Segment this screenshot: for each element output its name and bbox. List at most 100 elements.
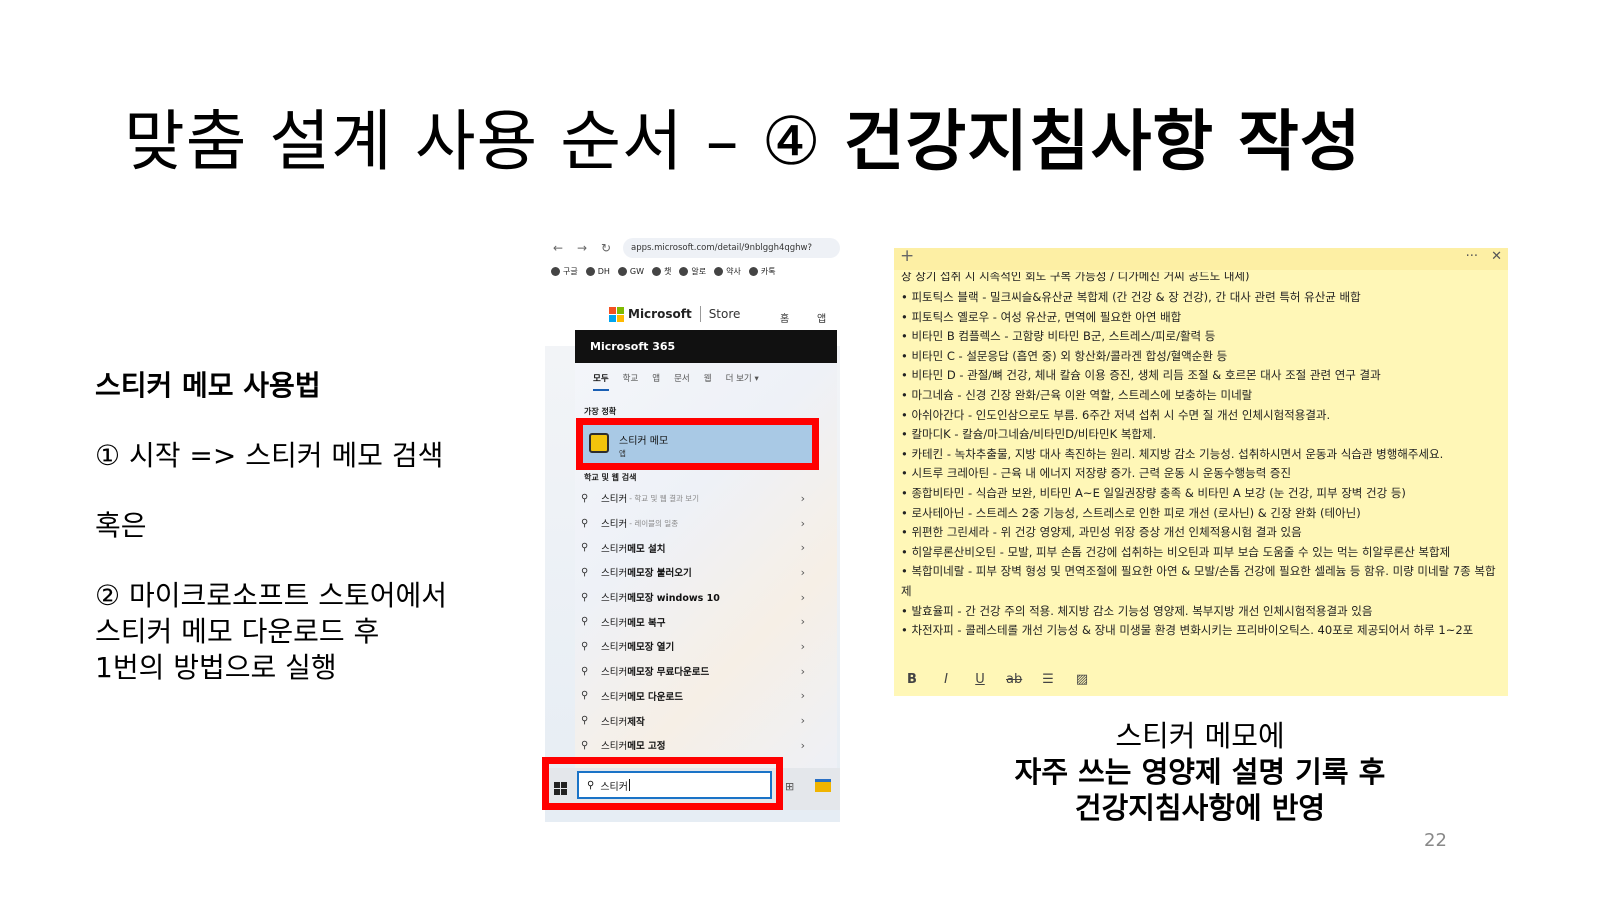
bookmark[interactable]: GW	[617, 266, 644, 277]
search-result-item[interactable]: ⚲ 스티커 메모장 windows 10 ›	[581, 585, 815, 610]
chevron-right-icon: ›	[800, 516, 805, 530]
insert-image-icon[interactable]: ▨	[1074, 672, 1090, 687]
search-result-item[interactable]: ⚲ 스티커 메모장 열기 ›	[581, 634, 815, 659]
chevron-right-icon: ›	[800, 714, 805, 728]
note-line: • 비타민 C - 설문응답 (흡연 중) 외 항산화/콜라겐 합성/혈액순환 …	[901, 348, 1228, 363]
search-tabs: 모두 학교 앱 문서 웹 더 보기 ▾	[575, 372, 837, 391]
bold-button[interactable]: B	[904, 672, 920, 687]
note-line: • 카테킨 - 녹차추출물, 지방 대사 촉진하는 원리. 체지방 감소 기능성…	[901, 446, 1444, 461]
store-label: Store	[708, 307, 741, 321]
search-result-item[interactable]: ⚲ 스티커 메모 고정 ›	[581, 733, 815, 758]
bullet-list-icon[interactable]: ☰	[1040, 672, 1056, 687]
search-result-item[interactable]: ⚲ 스티커 - 레이블의 일종 ›	[581, 511, 815, 536]
store-tab-home[interactable]: 홈	[780, 310, 789, 325]
new-note-icon[interactable]: +	[900, 246, 914, 266]
forward-icon[interactable]: →	[575, 241, 589, 255]
file-explorer-icon[interactable]	[815, 779, 831, 792]
search-result-item[interactable]: ⚲ 스티커 제작 ›	[581, 708, 815, 733]
bookmark-icon	[585, 267, 595, 276]
howto-heading: 스티커 메모 사용법	[95, 369, 321, 402]
bookmark[interactable]: DH	[585, 266, 610, 277]
caption-line2: 자주 쓰는 영양제 설명 기록 후	[1014, 755, 1386, 789]
search-icon: ⚲	[581, 690, 589, 702]
search-result-item[interactable]: ⚲ 스티커 메모장 불러오기 ›	[581, 560, 815, 585]
howto-step2-line2: 스티커 메모 다운로드 후	[95, 615, 380, 648]
title-bold: 건강지침사항 작성	[843, 103, 1362, 180]
chevron-right-icon: ›	[800, 738, 805, 752]
search-icon: ⚲	[581, 665, 589, 677]
italic-button[interactable]: I	[938, 672, 954, 687]
close-icon[interactable]: ✕	[1491, 249, 1502, 264]
note-line-cut: 장 장기 섭취 시 시속적인 회도 구복 가능성 / 디가메진 거씨 공드도 내…	[901, 272, 1250, 282]
note-line: • 피토틱스 옐로우 - 여성 유산균, 면역에 필요한 아연 배합	[901, 309, 1182, 324]
start-search-screenshot: ← → ↻ apps.microsoft.com/detail/9nblggh4…	[542, 232, 840, 822]
bookmark-icon	[652, 267, 662, 276]
search-result-item[interactable]: ⚲ 스티커 - 학교 및 웹 결과 보기 ›	[581, 486, 815, 511]
chevron-right-icon: ›	[800, 664, 805, 678]
note-content[interactable]: 장 장기 섭취 시 시속적인 회도 구복 가능성 / 디가메진 거씨 공드도 내…	[901, 272, 1501, 658]
highlight-best-match	[576, 418, 819, 470]
reload-icon[interactable]: ↻	[599, 241, 613, 255]
search-result-item[interactable]: ⚲ 스티커 메모 다운로드 ›	[581, 684, 815, 709]
bookmark[interactable]: 약사	[714, 266, 741, 277]
bookmark-icon	[551, 267, 560, 276]
microsoft-label: Microsoft	[628, 307, 692, 321]
task-view-icon[interactable]: ⊞	[785, 780, 794, 793]
search-icon: ⚲	[581, 739, 589, 751]
bookmark[interactable]: 알로	[679, 266, 706, 277]
note-line: • 비타민 B 컴플렉스 - 고함량 비타민 B군, 스트레스/피로/활력 등	[901, 329, 1216, 344]
address-bar[interactable]: apps.microsoft.com/detail/9nblggh4qghw?	[623, 238, 840, 258]
tab-school[interactable]: 학교	[623, 372, 639, 391]
bookmark-icon	[617, 267, 627, 276]
note-line: • 아쉬아간다 - 인도인삼으로도 부름. 6주간 저녁 섭취 시 수면 질 개…	[901, 407, 1331, 422]
tab-more[interactable]: 더 보기 ▾	[726, 372, 759, 391]
chevron-right-icon: ›	[800, 615, 805, 629]
howto-step2-line1: ② 마이크로소프트 스토어에서	[95, 579, 448, 612]
strikethrough-button[interactable]: ab	[1006, 672, 1022, 687]
store-tab-apps[interactable]: 앱	[817, 310, 826, 325]
note-line: • 시트루 크레아틴 - 근육 내 에너지 저장량 증가. 근력 운동 시 운동…	[901, 466, 1292, 481]
tab-documents[interactable]: 문서	[674, 372, 690, 391]
note-line: • 복합미네랄 - 피부 장벽 형성 및 면역조절에 필요한 아연 & 모발/손…	[901, 564, 1496, 598]
browser-nav: ← → ↻ apps.microsoft.com/detail/9nblggh4…	[551, 238, 840, 258]
best-match-label: 가장 정확	[584, 407, 617, 416]
bookmark[interactable]: 카톡	[748, 266, 776, 277]
more-options-icon[interactable]: ···	[1466, 249, 1478, 264]
search-result-item[interactable]: ⚲ 스티커 메모장 무료다운로드 ›	[581, 659, 815, 684]
note-line: • 종합비타민 - 식습관 보완, 비타민 A~E 일일권장량 충족 & 비타민…	[901, 485, 1406, 500]
store-header: Microsoft Store	[609, 306, 840, 322]
start-menu-search-panel: Microsoft 365 모두 학교 앱 문서 웹 더 보기 ▾ 가장 정확 …	[575, 330, 837, 770]
search-result-item[interactable]: ⚲ 스티커 메모 복구 ›	[581, 609, 815, 634]
tab-web[interactable]: 웹	[704, 372, 712, 391]
howto-step2-line3: 1번의 방법으로 실행	[95, 651, 337, 684]
search-icon: ⚲	[581, 542, 589, 554]
underline-button[interactable]: U	[972, 672, 988, 687]
title-regular: 맞춤 설계 사용 순서 – ④	[124, 103, 844, 180]
tab-apps[interactable]: 앱	[652, 372, 660, 391]
note-line: • 칼마디K - 칼슘/마그네슘/비타민D/비타민K 복합제.	[901, 427, 1157, 442]
caption-line3: 건강지침사항에 반영	[1074, 791, 1326, 825]
m365-banner: Microsoft 365	[575, 330, 837, 363]
search-icon: ⚲	[581, 517, 589, 529]
note-line: • 히알루론산비오틴 - 모발, 피부 손톱 건강에 섭취하는 비오틴과 피부 …	[901, 544, 1451, 559]
search-icon: ⚲	[581, 616, 589, 628]
chevron-right-icon: ›	[800, 689, 805, 703]
howto-step1: ① 시작 => 스티커 메모 검색	[95, 439, 444, 472]
page-number: 22	[1424, 830, 1447, 851]
search-icon: ⚲	[581, 640, 589, 652]
back-icon[interactable]: ←	[551, 241, 565, 255]
divider	[699, 306, 701, 322]
slide-title: 맞춤 설계 사용 순서 – ④ 건강지침사항 작성	[124, 88, 1362, 184]
search-result-item[interactable]: ⚲ 스티커 메모 설치 ›	[581, 535, 815, 560]
bookmark[interactable]: 구글	[551, 266, 578, 277]
note-titlebar: + ··· ✕	[894, 246, 1508, 270]
bookmarks-bar: 구글 DH GW 챗 알로 약사 카톡	[551, 266, 840, 277]
tab-all[interactable]: 모두	[593, 372, 609, 391]
bookmark[interactable]: 챗	[652, 266, 671, 277]
note-line: • 위편한 그린세라 - 위 건강 영양제, 과민성 위장 증상 개선 인체적용…	[901, 525, 1302, 540]
highlight-search-box	[542, 757, 783, 810]
chevron-right-icon: ›	[800, 639, 805, 653]
note-line: • 로사테아닌 - 스트레스 2중 기능성, 스트레스로 인한 피로 개선 (로…	[901, 505, 1361, 520]
search-icon: ⚲	[581, 566, 589, 578]
microsoft-logo-icon	[609, 306, 624, 322]
